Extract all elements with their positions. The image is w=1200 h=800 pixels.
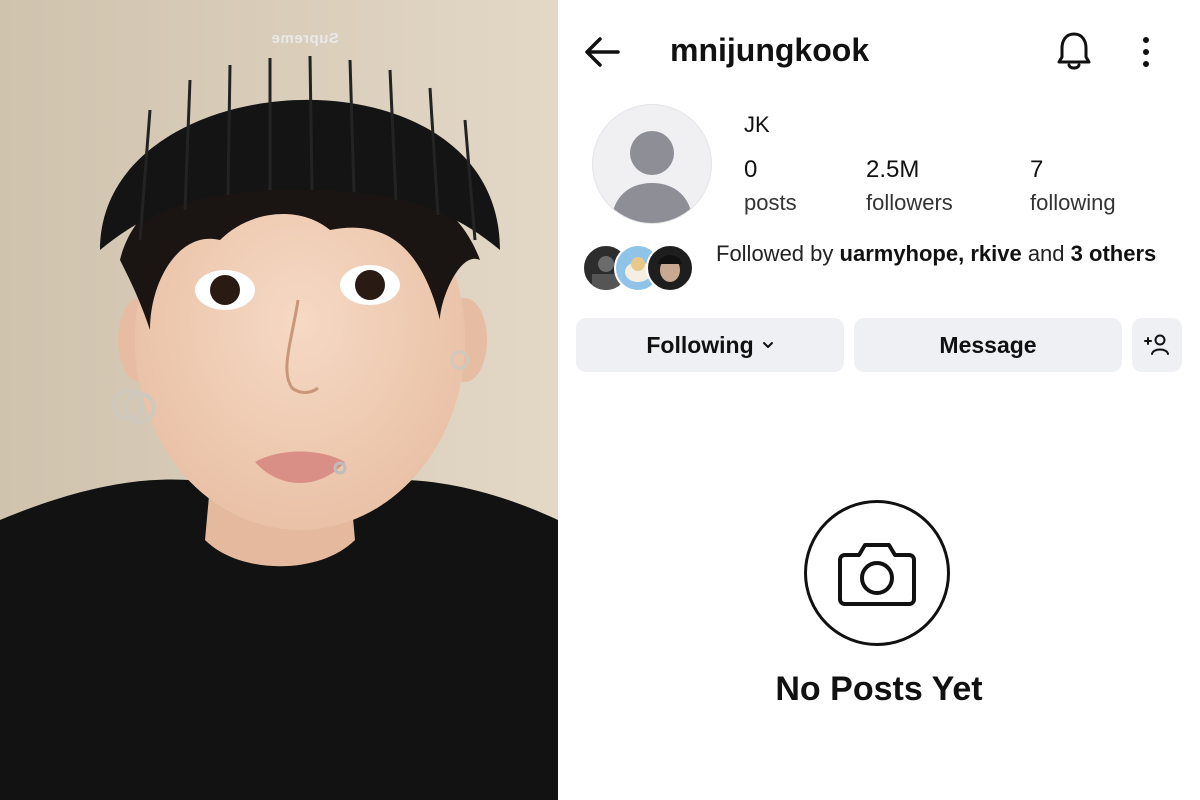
- followers-label: followers: [866, 190, 953, 215]
- mutual-followers[interactable]: Followed by uarmyhope, rkive and 3 other…: [582, 240, 1182, 300]
- message-button-label: Message: [939, 331, 1037, 358]
- followed-by-prefix: Followed by: [716, 241, 840, 266]
- camera-icon: [838, 543, 916, 606]
- photo-illustration: [0, 0, 558, 800]
- followers-stat[interactable]: 2.5M followers: [866, 156, 953, 216]
- following-label: following: [1030, 190, 1116, 215]
- following-count: 7: [1030, 156, 1044, 183]
- posts-count: 0: [744, 156, 758, 183]
- default-avatar-icon: [611, 131, 693, 223]
- add-person-icon: [1144, 334, 1169, 355]
- profile-username: mnijungkook: [670, 32, 870, 68]
- profile-header: mnijungkook: [558, 0, 1200, 104]
- empty-posts-state: No Posts Yet: [558, 496, 1200, 736]
- profile-panel: mnijungkook JK 0 posts 2.5M followers 7 …: [558, 0, 1200, 800]
- mutual-avatars: [582, 244, 702, 292]
- followers-count: 2.5M: [866, 156, 920, 183]
- followed-by-connector: and: [1021, 241, 1071, 266]
- followed-by-count: 3: [1070, 241, 1083, 266]
- camera-circle: [804, 500, 950, 646]
- followed-by-suffix: others: [1089, 241, 1157, 266]
- following-button-label: Following: [646, 331, 754, 358]
- no-posts-title: No Posts Yet: [775, 670, 983, 708]
- display-name: JK: [744, 112, 770, 137]
- more-vertical-icon[interactable]: [1138, 34, 1154, 70]
- chevron-down-icon: [762, 342, 773, 348]
- back-arrow-icon[interactable]: [582, 34, 622, 70]
- posts-label: posts: [744, 190, 797, 215]
- message-button[interactable]: Message: [854, 318, 1122, 372]
- mutual-avatar: [646, 244, 694, 292]
- profile-avatar[interactable]: [592, 104, 712, 224]
- person-photo: Supreme: [0, 0, 558, 800]
- bell-icon[interactable]: [1056, 30, 1092, 72]
- followed-by-names: uarmyhope, rkive: [839, 241, 1022, 266]
- followed-by-text: Followed by uarmyhope, rkive and 3 other…: [716, 240, 1176, 268]
- following-button[interactable]: Following: [576, 318, 844, 372]
- add-user-button[interactable]: [1132, 318, 1182, 372]
- following-stat[interactable]: 7 following: [1030, 156, 1116, 216]
- posts-stat[interactable]: 0 posts: [744, 156, 797, 216]
- beanie-logo-text: Supreme: [271, 30, 339, 47]
